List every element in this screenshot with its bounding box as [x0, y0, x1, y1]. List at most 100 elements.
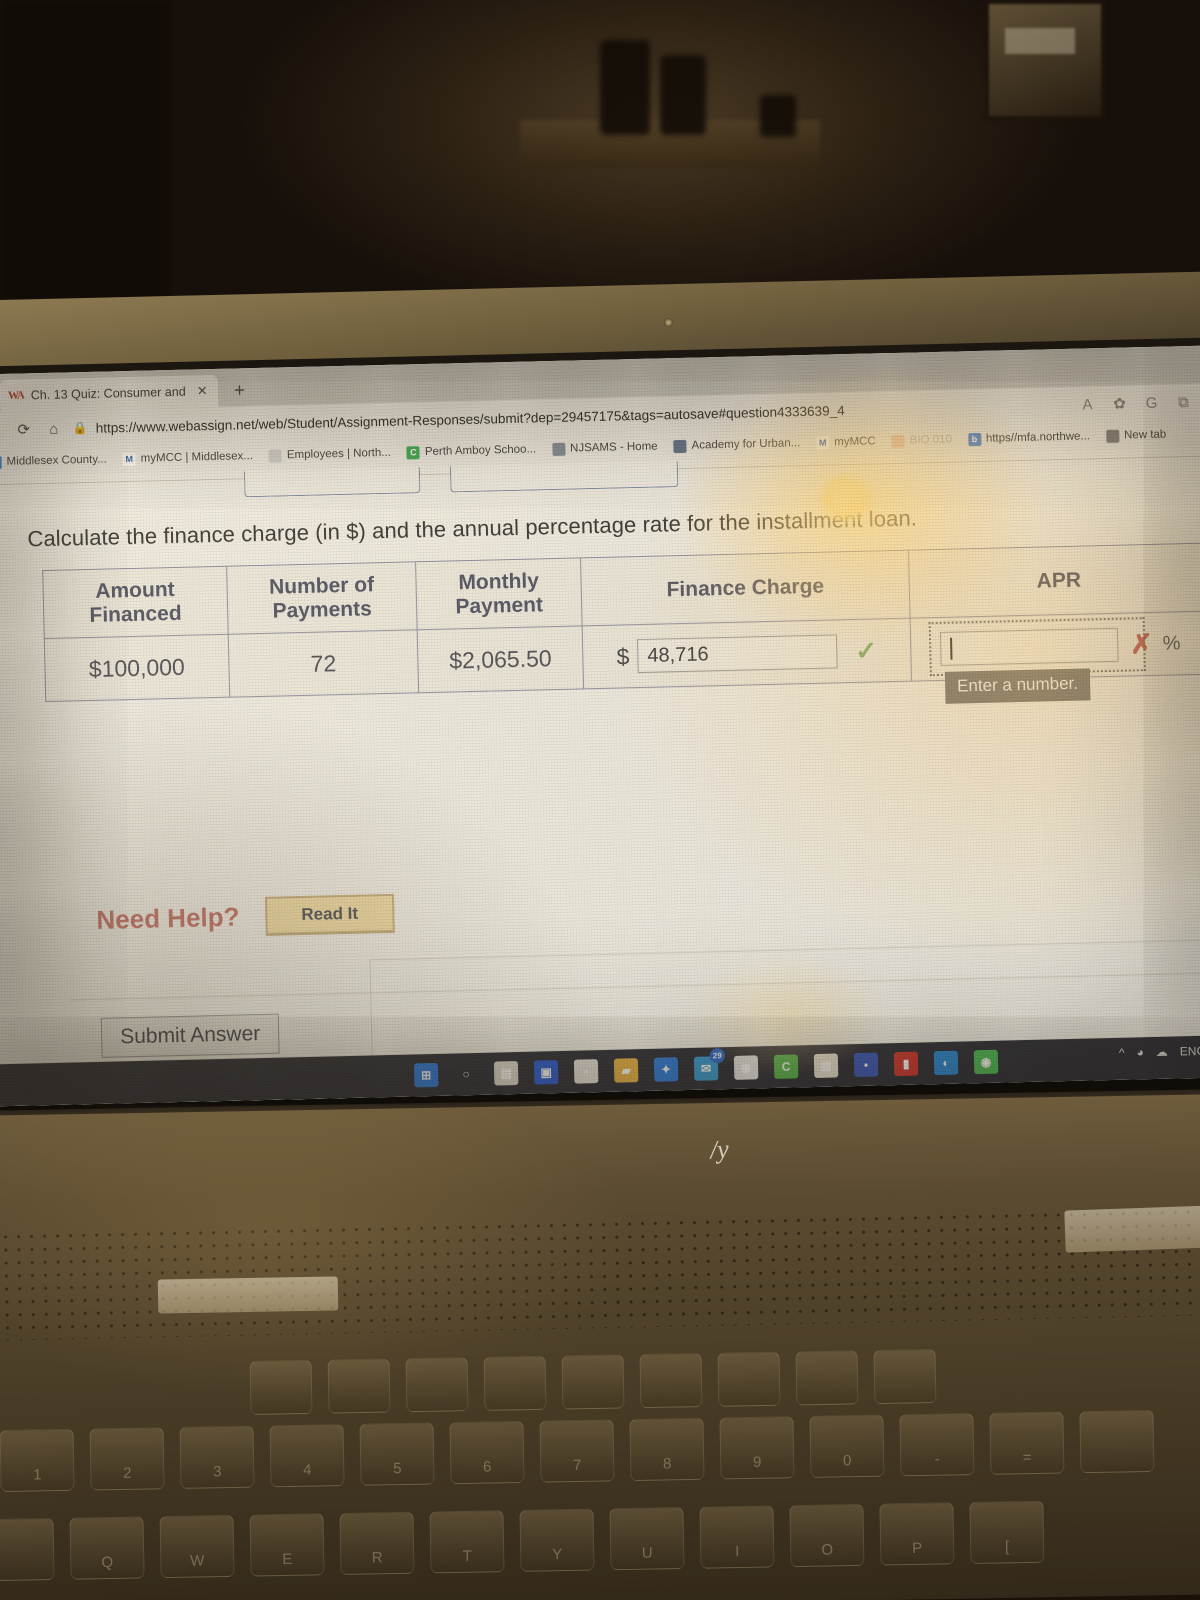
bookmark-label: Academy for Urban...: [691, 437, 801, 452]
mail-icon[interactable]: ✉ 29: [693, 1048, 725, 1081]
key-f6[interactable]: [483, 1355, 547, 1411]
chevron-up-icon[interactable]: ^: [1119, 1046, 1125, 1060]
bookmark-label: Employees | North...: [286, 446, 392, 462]
key-3[interactable]: 3: [179, 1425, 255, 1489]
read-aloud-icon[interactable]: A: [1072, 396, 1102, 414]
submit-answer-button[interactable]: Submit Answer: [100, 1013, 280, 1058]
bookmark-label: myMCC: [834, 435, 876, 449]
key-y[interactable]: Y: [519, 1508, 595, 1572]
mail-unread-badge: 29: [709, 1048, 725, 1064]
search-icon[interactable]: ○: [454, 1062, 479, 1087]
stub-input-b[interactable]: [449, 461, 679, 493]
chrome-icon[interactable]: ◉: [733, 1055, 759, 1080]
key-w[interactable]: W: [159, 1514, 235, 1579]
key-i[interactable]: I: [699, 1505, 775, 1569]
header-monthly-payment: Monthly Payment: [415, 557, 582, 630]
bookmark-item[interactable]: MmyMCC | Middlesex...: [116, 447, 261, 467]
teams-icon[interactable]: ▪: [853, 1052, 879, 1078]
bookmark-item[interactable]: b https//mfa.northwe...: [961, 428, 1098, 448]
key-f4[interactable]: [327, 1358, 391, 1414]
start-icon[interactable]: ⊞: [413, 1062, 439, 1088]
stub-input-a[interactable]: [243, 467, 421, 498]
key-f10[interactable]: [795, 1350, 859, 1406]
key-e[interactable]: E: [249, 1513, 325, 1577]
home-icon[interactable]: ⌂: [39, 420, 69, 438]
key-equals[interactable]: =: [989, 1411, 1065, 1475]
bookmark-item[interactable]: Middlesex County...: [0, 451, 114, 471]
bookmark-item[interactable]: Academy for Urban...: [666, 435, 807, 455]
finance-charge-dollar-sign: $: [616, 642, 630, 670]
calculator-icon[interactable]: ▦: [813, 1053, 839, 1079]
key-1[interactable]: 1: [0, 1428, 75, 1493]
key-p[interactable]: P: [879, 1502, 955, 1566]
cell-finance-charge: $ 48,716 ✓: [581, 618, 912, 689]
handwritten-mark: /y: [708, 1134, 730, 1165]
bookmark-item[interactable]: Employees | North...: [262, 444, 398, 464]
question-prompt: Calculate the finance charge (in $) and …: [27, 505, 918, 552]
language-indicator[interactable]: ENG: [1180, 1044, 1200, 1059]
key-tab[interactable]: [0, 1517, 55, 1582]
laptop-screen: WA Ch. 13 Quiz: Consumer and Busi ✕ + ← …: [0, 345, 1200, 1107]
key-f7[interactable]: [561, 1354, 625, 1410]
split-screen-icon[interactable]: ⧉: [1168, 393, 1198, 411]
njsams-icon: [551, 442, 566, 456]
bookmark-label: NJSAMS - Home: [569, 440, 658, 455]
read-it-button[interactable]: Read It: [264, 893, 395, 935]
new-tab-icon[interactable]: +: [234, 380, 246, 406]
key-7[interactable]: 7: [539, 1419, 615, 1483]
task-view-icon[interactable]: ▤: [493, 1061, 519, 1086]
acrobat-icon[interactable]: ▪: [573, 1059, 599, 1084]
key-5[interactable]: 5: [359, 1422, 435, 1486]
paper-scrap-right: [1064, 1205, 1200, 1253]
back-icon[interactable]: ←: [0, 421, 9, 439]
key-f3[interactable]: [249, 1359, 313, 1415]
key-minus[interactable]: -: [899, 1413, 975, 1477]
collections-icon[interactable]: ✿: [1104, 394, 1134, 413]
finance-charge-input[interactable]: 48,716: [637, 634, 838, 674]
bookmark-item[interactable]: MmyMCC: [809, 433, 883, 452]
dark-object-b: [660, 55, 706, 135]
file-explorer-icon[interactable]: ▰: [613, 1058, 639, 1083]
key-9[interactable]: 9: [719, 1416, 795, 1480]
bookmark-item[interactable]: New tab: [1099, 426, 1174, 445]
mymcc-icon: M: [122, 452, 136, 466]
apr-field-wrapper: Enter a number.: [928, 617, 1146, 704]
key-o[interactable]: O: [789, 1503, 865, 1568]
key-f11[interactable]: [873, 1349, 937, 1405]
key-r[interactable]: R: [339, 1511, 415, 1575]
key-0[interactable]: 0: [809, 1414, 885, 1478]
close-tab-icon[interactable]: ✕: [197, 383, 208, 399]
bookmark-label: BIO 010: [909, 433, 953, 447]
bookmark-item[interactable]: BIO 010: [885, 431, 960, 450]
focus-outline: [928, 617, 1146, 677]
spotify-icon[interactable]: ◉: [973, 1049, 999, 1075]
key-backspace[interactable]: [1079, 1409, 1155, 1474]
dark-object-c: [760, 95, 796, 137]
key-bracket[interactable]: [: [969, 1500, 1045, 1565]
key-f5[interactable]: [405, 1357, 469, 1413]
network-icon[interactable]: ◕: [1136, 1045, 1144, 1059]
key-t[interactable]: T: [429, 1510, 505, 1574]
canvas-icon[interactable]: C: [773, 1054, 799, 1079]
browser-tab[interactable]: WA Ch. 13 Quiz: Consumer and Busi ✕: [0, 374, 219, 413]
refresh-icon[interactable]: ⟳: [9, 420, 39, 439]
bookmark-label: https//mfa.northwe...: [985, 430, 1091, 445]
cloud-icon[interactable]: ☁: [1156, 1045, 1168, 1059]
key-2[interactable]: 2: [89, 1427, 165, 1491]
key-4[interactable]: 4: [269, 1424, 345, 1488]
zoom-icon[interactable]: ▣: [533, 1060, 559, 1085]
key-q[interactable]: Q: [69, 1516, 145, 1580]
header-number-of-payments: Number of Payments: [226, 561, 418, 635]
dropbox-icon[interactable]: ✦: [653, 1057, 679, 1082]
key-u[interactable]: U: [609, 1507, 685, 1571]
key-f8[interactable]: [639, 1353, 703, 1409]
edge-icon[interactable]: ◐: [933, 1050, 959, 1076]
key-6[interactable]: 6: [449, 1420, 525, 1485]
adobe-icon[interactable]: ▮: [893, 1051, 919, 1077]
key-f9[interactable]: [717, 1351, 781, 1407]
bookmark-item[interactable]: NJSAMS - Home: [545, 438, 665, 458]
bookmark-item[interactable]: C Perth Amboy Schoo...: [400, 441, 544, 461]
browser-essentials-icon[interactable]: G: [1136, 394, 1166, 412]
cell-amount-financed: $100,000: [44, 634, 230, 702]
key-8[interactable]: 8: [629, 1417, 705, 1482]
